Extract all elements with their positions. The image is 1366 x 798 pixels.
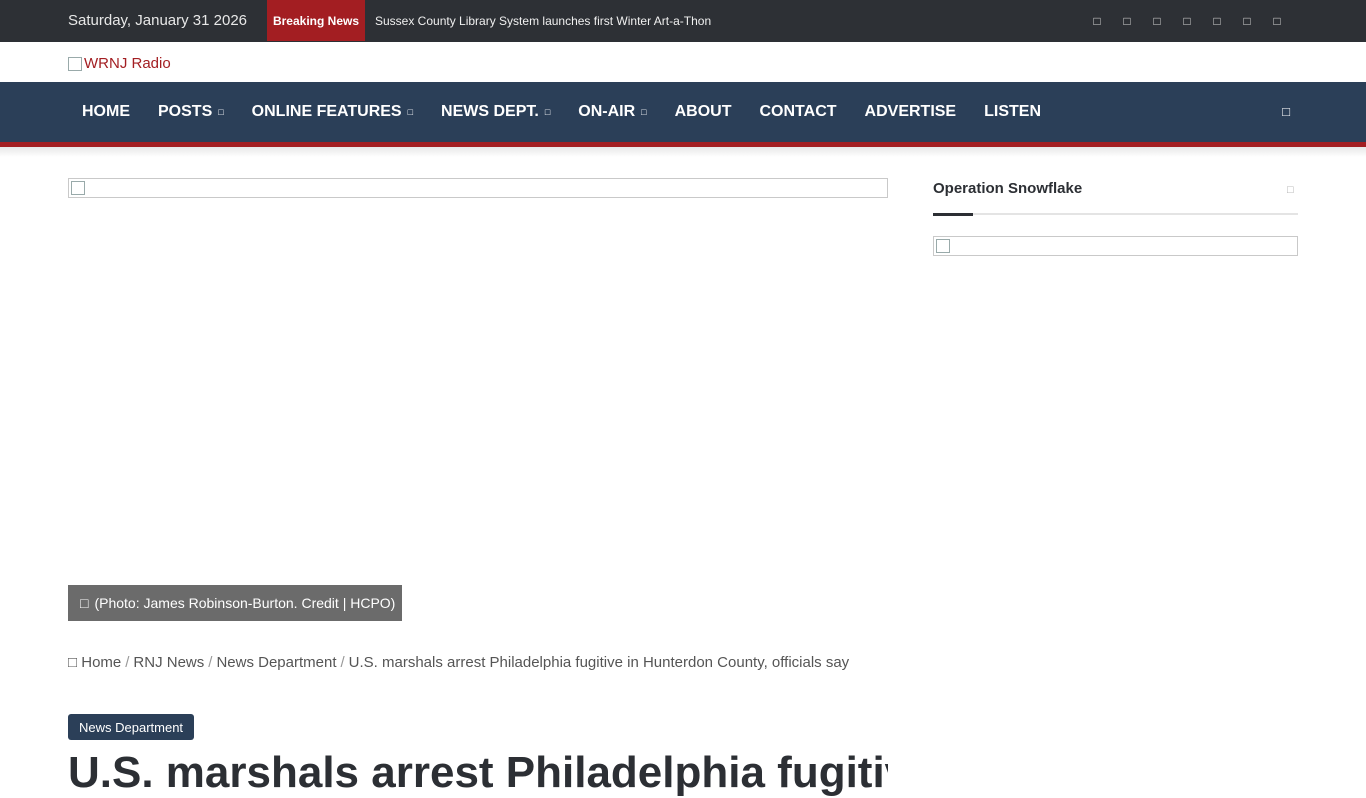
instagram-icon[interactable]: □	[1142, 13, 1172, 29]
top-bar: Saturday, January 31 2026 Breaking News …	[0, 0, 1366, 42]
twitter-icon[interactable]: □	[1112, 13, 1142, 29]
random-icon[interactable]: □	[1262, 13, 1292, 29]
broken-image-icon	[71, 181, 85, 195]
youtube-icon[interactable]: □	[1172, 13, 1202, 29]
nav-item-about[interactable]: ABOUT	[661, 82, 746, 142]
facebook-icon[interactable]: □	[1082, 13, 1112, 29]
breadcrumb-home[interactable]: Home	[81, 654, 121, 671]
nav-shadow	[0, 147, 1366, 157]
nav-item-advertise[interactable]: ADVERTISE	[851, 82, 971, 142]
current-date: Saturday, January 31 2026	[68, 12, 248, 29]
chevron-down-icon: □	[407, 107, 414, 117]
nav-item-on-air[interactable]: ON-AIR □	[564, 82, 660, 142]
article-headline: U.S. marshals arrest Philadelphia fugiti…	[68, 748, 888, 797]
social-links: □ □ □ □ □ □ □	[1082, 13, 1292, 29]
home-icon: □	[68, 654, 78, 671]
chevron-down-icon: □	[641, 107, 647, 117]
breadcrumb-rnj-news[interactable]: RNJ News	[133, 654, 204, 671]
breadcrumb-news-department[interactable]: News Department	[216, 654, 336, 671]
widget-icon: □	[1287, 184, 1294, 196]
sidebar-widget-title: Operation Snowflake	[933, 180, 1083, 197]
nav-item-posts[interactable]: POSTS □	[144, 82, 238, 142]
broken-image-icon	[936, 239, 950, 253]
breadcrumb: □ Home / RNJ News / News Department / U.S. mar…	[68, 654, 850, 671]
nav-item-contact[interactable]: CONTACT	[746, 82, 851, 142]
tiktok-icon[interactable]: □	[1202, 13, 1232, 29]
chevron-down-icon: □	[544, 107, 551, 117]
site-logo[interactable]: WRNJ Radio	[68, 55, 171, 72]
category-badge[interactable]: News Department	[68, 714, 195, 740]
rss-icon[interactable]: □	[1232, 13, 1262, 29]
nav-item-listen[interactable]: LISTEN	[970, 82, 1055, 142]
logo-bar: WRNJ Radio	[0, 42, 1366, 82]
breaking-news-ticker[interactable]: Sussex County Library System launches fi…	[375, 14, 711, 28]
chevron-down-icon: □	[218, 107, 224, 117]
caption-text: (Photo: James Robinson-Burton. Credit | …	[94, 595, 396, 611]
main-navigation: HOME POSTS □ ONLINE FEATURES □ NEWS DEPT. □…	[0, 82, 1366, 147]
nav-item-online-features[interactable]: ONLINE FEATURES □	[238, 82, 427, 142]
nav-item-news-dept[interactable]: NEWS DEPT. □	[427, 82, 564, 142]
sidebar-widget-image[interactable]	[933, 236, 1298, 256]
image-caption: □ (Photo: James Robinson-Burton. Credit …	[68, 585, 402, 621]
broken-image-icon	[68, 56, 82, 71]
camera-icon: □	[80, 595, 89, 611]
search-icon[interactable]: □	[1282, 104, 1290, 119]
nav-item-home[interactable]: HOME	[68, 82, 144, 142]
breadcrumb-current: U.S. marshals arrest Philadelphia fugiti…	[348, 654, 850, 671]
widget-divider	[933, 213, 1298, 216]
breaking-news-label: Breaking News	[267, 0, 365, 41]
featured-image	[68, 178, 888, 198]
logo-alt-text: WRNJ Radio	[84, 55, 171, 72]
